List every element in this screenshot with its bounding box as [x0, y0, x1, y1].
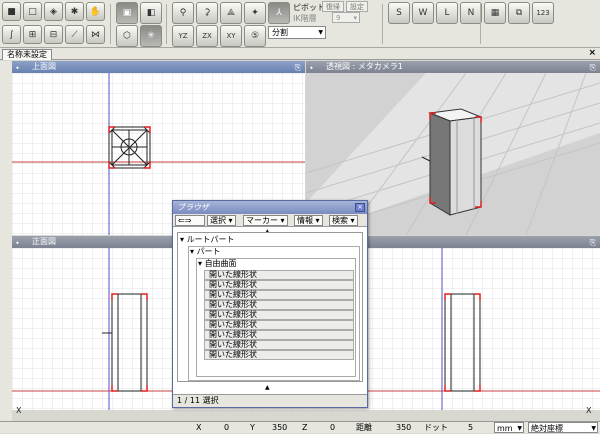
- browser-panel: ブラウザ × ⇐⇒ 選択 ▾ マーカー ▾ 情報 ▾ 検索 ▾ ▲ ▾ ルートパ…: [172, 200, 368, 408]
- left-splitter: [0, 61, 12, 421]
- tree-node-root[interactable]: ▾ ルートパート: [180, 235, 235, 245]
- object-top-outline[interactable]: [108, 126, 151, 169]
- skin-tool-icon[interactable]: ⟁: [220, 2, 242, 24]
- status-dot-value: 5: [468, 423, 474, 432]
- bone-tool-icon[interactable]: ⚲: [172, 2, 194, 24]
- x-axis-front-label: X: [16, 406, 22, 415]
- cube-tool-icon[interactable]: ⬡: [116, 25, 138, 47]
- object-perspective[interactable]: [421, 108, 483, 216]
- snap-tool-icon[interactable]: ✳: [140, 25, 162, 47]
- browser-select-button[interactable]: 選択 ▾: [207, 215, 236, 226]
- settings-button[interactable]: 設定: [346, 1, 368, 12]
- perspective-view-header[interactable]: ⬩ 透視図 : メタカメラ1 ⎘: [306, 61, 600, 73]
- tree-leaf[interactable]: 開いた線形状: [204, 300, 354, 310]
- chevron-down-icon: ▼: [591, 425, 596, 432]
- shade-view-icon[interactable]: ◈: [44, 2, 63, 21]
- browser-close-icon[interactable]: ×: [355, 203, 365, 212]
- tree-leaf[interactable]: 開いた線形状: [204, 280, 354, 290]
- front-view-title: 正面図: [32, 237, 56, 246]
- tree-leaf[interactable]: 開いた線形状: [204, 340, 354, 350]
- status-x-label: X: [196, 423, 202, 432]
- ik-label: IK階層: [293, 14, 317, 23]
- status-bar: X 0 Y 350 Z 0 距離 350 ドット 5 mm ▼ 絶対座標 ▼: [0, 421, 600, 433]
- wire-view-icon[interactable]: □: [23, 2, 42, 21]
- unit-select[interactable]: mm ▼: [494, 422, 524, 433]
- surface-tool-icon[interactable]: ⊞: [23, 25, 42, 44]
- status-dot-label: ドット: [424, 423, 448, 432]
- mesh-tool-icon[interactable]: ⋈: [86, 25, 105, 44]
- tree-leaf[interactable]: 開いた線形状: [204, 350, 354, 360]
- close-document-icon[interactable]: ×: [588, 48, 596, 58]
- status-y-label: Y: [250, 423, 255, 432]
- tree-leaf[interactable]: 開いた線形状: [204, 270, 354, 280]
- status-x-value: 0: [224, 423, 230, 432]
- solid-view-icon[interactable]: ■: [2, 2, 21, 21]
- split-select[interactable]: 分割 ▼: [268, 26, 326, 39]
- collapse-down-icon[interactable]: ▲: [265, 384, 270, 391]
- browser-info-button[interactable]: 情報 ▾: [294, 215, 323, 226]
- restore-button[interactable]: 復帰: [322, 1, 344, 12]
- light-view-icon[interactable]: ✱: [65, 2, 84, 21]
- browser-toolbar: ⇐⇒ 選択 ▾ マーカー ▾ 情報 ▾ 検索 ▾: [173, 214, 367, 227]
- chevron-down-icon: ▾: [353, 13, 357, 22]
- grid-icon[interactable]: ▦: [484, 2, 506, 24]
- status-z-label: Z: [302, 423, 308, 432]
- document-tab-label: 名称未設定: [7, 50, 47, 59]
- skin-n-icon[interactable]: N: [460, 2, 482, 24]
- status-distance-value: 350: [396, 423, 412, 432]
- view-zx-icon[interactable]: ZX: [196, 25, 218, 47]
- top-view-title: 上面図: [32, 62, 56, 71]
- numeric-input-icon[interactable]: 123: [532, 2, 554, 24]
- pivot-label: ピボット: [293, 3, 325, 12]
- chevron-down-icon: ▼: [517, 425, 522, 432]
- status-distance-label: 距離: [356, 423, 372, 432]
- split-value: 分割: [272, 28, 288, 37]
- main-toolbar: ■ □ ◈ ✱ ✋ ▣ ◧ ⚲ ⚳ ⟁ ✦ ⅄ ピボット IK階層 復帰 設定 …: [0, 0, 600, 48]
- coord-mode-select[interactable]: 絶対座標 ▼: [528, 422, 598, 433]
- view-xy-icon[interactable]: XY: [220, 25, 242, 47]
- perspective-view-title: 透視図 : メタカメラ1: [326, 62, 403, 71]
- axis-tool-icon[interactable]: ⅄: [268, 2, 290, 24]
- object-mode-icon[interactable]: ▣: [116, 2, 138, 24]
- chevron-down-icon: ▼: [318, 29, 323, 36]
- status-y-value: 350: [272, 423, 288, 432]
- status-z-value: 0: [330, 423, 336, 432]
- x-axis-right-label: X: [586, 406, 592, 415]
- tree-leaf[interactable]: 開いた線形状: [204, 290, 354, 300]
- browser-search-button[interactable]: 検索 ▾: [329, 215, 358, 226]
- hand-icon[interactable]: ✋: [86, 2, 105, 21]
- document-tabbar: 名称未設定 ×: [0, 48, 600, 60]
- joint-tool-icon[interactable]: ⚳: [196, 2, 218, 24]
- browser-title: ブラウザ: [177, 203, 209, 212]
- ik-level-value: 9: [336, 13, 341, 22]
- document-tab[interactable]: 名称未設定: [2, 49, 52, 60]
- browser-tree: ▾ ルートパート ▾ パート ▾ 自由曲面 開いた線形状 開いた線形状 開いた線…: [177, 232, 363, 382]
- browser-titlebar[interactable]: ブラウザ: [173, 201, 367, 214]
- ik-level-select[interactable]: 9 ▾: [332, 12, 360, 23]
- skin-s-icon[interactable]: S: [388, 2, 410, 24]
- tree-node-part[interactable]: ▾ パート: [190, 247, 221, 257]
- line-tool-icon[interactable]: ⟋: [65, 25, 84, 44]
- pose-tool-icon[interactable]: ✦: [244, 2, 266, 24]
- tree-node-surface[interactable]: ▾ 自由曲面: [198, 259, 237, 269]
- view-yz-icon[interactable]: YZ: [172, 25, 194, 47]
- part-mode-icon[interactable]: ◧: [140, 2, 162, 24]
- tree-leaf[interactable]: 開いた線形状: [204, 310, 354, 320]
- divide-tool-icon[interactable]: ⊟: [44, 25, 63, 44]
- view-s-icon[interactable]: ⑤: [244, 25, 266, 47]
- curve-tool-icon[interactable]: ∫: [2, 25, 21, 44]
- skin-w-icon[interactable]: W: [412, 2, 434, 24]
- skin-l-icon[interactable]: L: [436, 2, 458, 24]
- top-view-header[interactable]: ⬩ 上面図 ⎘: [12, 61, 305, 73]
- browser-nav-arrows-icon[interactable]: ⇐⇒: [175, 215, 205, 226]
- tree-leaf[interactable]: 開いた線形状: [204, 320, 354, 330]
- browser-marker-button[interactable]: マーカー ▾: [243, 215, 288, 226]
- browser-status: 1 / 11 選択: [173, 394, 367, 407]
- layout-icon[interactable]: ⧉: [508, 2, 530, 24]
- tree-leaf[interactable]: 開いた線形状: [204, 330, 354, 340]
